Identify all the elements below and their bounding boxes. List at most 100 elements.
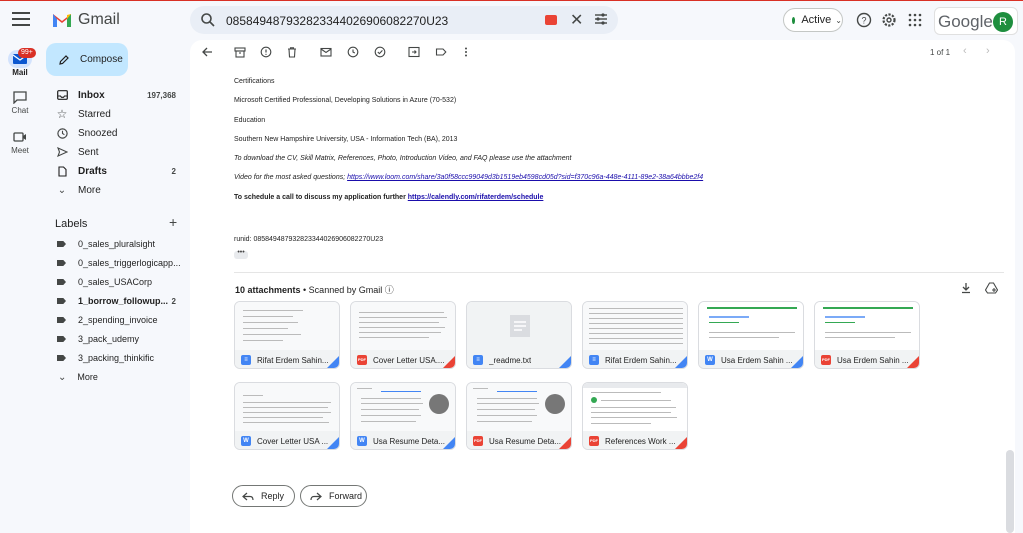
schedule-line: To schedule a call to discuss my applica… — [234, 194, 543, 201]
labels-heading: Labels — [55, 218, 88, 230]
label-name: More — [77, 372, 98, 382]
label-icon[interactable] — [435, 46, 447, 58]
attachment-card[interactable]: ≡ Rifat Erdem Sahin... — [234, 301, 340, 369]
attachment-card[interactable]: W Usa Erdem Sahin ... — [698, 301, 804, 369]
clear-search-icon[interactable]: ✕ — [570, 10, 583, 30]
nav-inbox[interactable]: Inbox 197,368 — [40, 86, 190, 104]
label-item[interactable]: 0_sales_USACorp — [40, 273, 190, 291]
attachment-card[interactable]: ≡ Rifat Erdem Sahin... — [582, 301, 688, 369]
nav-sent[interactable]: Sent — [40, 143, 190, 161]
schedule-link[interactable]: https://calendly.com/rifaterdem/schedule — [408, 194, 544, 201]
attachment-card[interactable]: PDF Usa Resume Deta... — [466, 382, 572, 450]
help-icon[interactable]: ? — [856, 12, 872, 28]
status-selector[interactable]: Active ⌄ — [783, 8, 843, 32]
main-menu-icon[interactable] — [12, 12, 30, 26]
label-item[interactable]: 0_sales_triggerlogicapp... — [40, 254, 190, 272]
attachment-name: References Work ... — [605, 436, 676, 446]
attachment-name: Cover Letter USA ... — [257, 436, 329, 446]
nav-drafts[interactable]: Drafts 2 — [40, 162, 190, 180]
pdf-file-icon: PDF — [589, 436, 599, 446]
reply-button[interactable]: Reply — [232, 485, 295, 507]
file-corner — [675, 437, 687, 449]
attachment-card[interactable]: PDF Usa Erdem Sahin ... — [814, 301, 920, 369]
attachment-name: Usa Resume Deta... — [489, 436, 562, 446]
attachment-card[interactable]: W Cover Letter USA ... — [234, 382, 340, 450]
file-corner — [559, 356, 571, 368]
move-to-icon[interactable] — [408, 46, 420, 58]
file-corner — [675, 356, 687, 368]
attachment-card[interactable]: PDF References Work ... — [582, 382, 688, 450]
chevron-right-icon[interactable]: › — [986, 45, 990, 57]
attachment-preview — [467, 302, 571, 350]
settings-gear-icon[interactable] — [881, 12, 897, 28]
file-corner — [443, 356, 455, 368]
label-item[interactable]: 3_pack_udemy — [40, 330, 190, 348]
labels-more[interactable]: ⌄ More — [40, 368, 190, 386]
label-name: 0_sales_pluralsight — [78, 239, 156, 249]
label-item[interactable]: 2_spending_invoice — [40, 311, 190, 329]
more-vert-icon[interactable] — [460, 46, 472, 58]
attachment-preview — [351, 383, 455, 431]
video-line: Video for the most asked questions; http… — [234, 174, 703, 181]
attachments-header: 10 attachments • Scanned by Gmail ⓘ — [235, 283, 394, 296]
keyboard-icon[interactable] — [545, 15, 557, 25]
attachment-name: Cover Letter USA.... — [373, 355, 445, 365]
mark-unread-icon[interactable] — [320, 46, 332, 58]
rail-mail[interactable]: 99+ Mail — [0, 48, 40, 77]
snooze-icon[interactable] — [347, 46, 359, 58]
message-toolbar: 1 of 1 ‹ › — [190, 40, 1015, 66]
scrollbar[interactable] — [1006, 450, 1014, 533]
chevron-down-icon: ⌄ — [835, 15, 842, 25]
back-arrow-icon[interactable] — [201, 46, 213, 58]
download-all-icon[interactable] — [960, 282, 972, 294]
nav-count: 2 — [171, 166, 176, 176]
label-tag-icon — [57, 241, 66, 247]
chevron-left-icon[interactable]: ‹ — [963, 45, 967, 57]
add-label-icon[interactable]: + — [169, 214, 177, 230]
show-trimmed-content-button[interactable]: ••• — [234, 249, 248, 259]
txt-file-icon: ≡ — [473, 355, 483, 365]
attachment-preview — [583, 302, 687, 350]
attachment-card[interactable]: ≡ _readme.txt — [466, 301, 572, 369]
docs-file-icon: ≡ — [241, 355, 251, 365]
label-item[interactable]: 1_borrow_followup... 2 — [40, 292, 190, 310]
add-task-icon[interactable] — [374, 46, 386, 58]
label-item[interactable]: 0_sales_pluralsight — [40, 235, 190, 253]
search-options-icon[interactable] — [594, 12, 608, 26]
word-file-icon: W — [241, 436, 251, 446]
mail-badge: 99+ — [18, 48, 36, 58]
rail-meet-label: Meet — [11, 146, 29, 155]
attachment-card[interactable]: W Usa Resume Deta... — [350, 382, 456, 450]
file-corner — [443, 437, 455, 449]
trash-icon[interactable] — [286, 46, 298, 58]
nav-starred[interactable]: ☆ Starred — [40, 105, 190, 123]
google-account-button[interactable]: Google R — [934, 7, 1018, 35]
report-spam-icon[interactable] — [260, 46, 272, 58]
label-tag-icon — [57, 317, 66, 323]
file-corner — [559, 437, 571, 449]
nav-snoozed[interactable]: Snoozed — [40, 124, 190, 142]
avatar: R — [993, 12, 1013, 32]
email-line: Southern New Hampshire University, USA -… — [234, 136, 458, 143]
label-tag-icon — [57, 336, 66, 342]
attachment-card[interactable]: PDF Cover Letter USA.... — [350, 301, 456, 369]
rail-chat[interactable]: Chat — [0, 90, 40, 115]
add-to-drive-icon[interactable] — [985, 282, 998, 294]
compose-button[interactable]: Compose — [46, 43, 128, 76]
search-icon[interactable] — [200, 12, 216, 28]
video-link[interactable]: https://www.loom.com/share/3a0f58ccc9904… — [347, 174, 703, 181]
photo-thumbnail — [545, 394, 565, 414]
gmail-logo[interactable]: Gmail — [52, 11, 120, 29]
label-item[interactable]: 3_packing_thinkific — [40, 349, 190, 367]
archive-icon[interactable] — [234, 46, 246, 58]
draft-icon — [56, 165, 68, 177]
search-input[interactable]: 085849487932823344026906082270U23 — [226, 14, 448, 28]
apps-grid-icon[interactable] — [907, 12, 923, 28]
star-icon: ☆ — [56, 107, 68, 121]
rail-meet[interactable]: Meet — [0, 130, 40, 155]
attachment-preview — [235, 302, 339, 350]
nav-more[interactable]: ⌄ More — [40, 181, 190, 199]
attachments-scanned: • Scanned by Gmail ⓘ — [300, 285, 394, 295]
search-bar[interactable]: 085849487932823344026906082270U23 ✕ — [190, 6, 618, 34]
forward-button[interactable]: Forward — [300, 485, 367, 507]
